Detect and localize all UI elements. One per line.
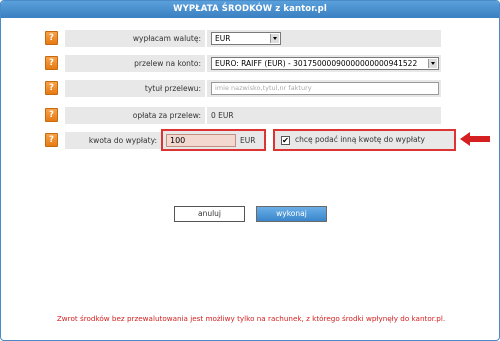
amount-input[interactable]: 100 bbox=[166, 134, 236, 147]
custom-amount-box: ✔ chcę podać inną kwotę do wypłaty bbox=[273, 129, 456, 151]
title-input[interactable]: imie nazwisko,tytul,nr faktury bbox=[211, 82, 439, 95]
currency-select[interactable]: EUR bbox=[211, 32, 281, 45]
transfer-select[interactable]: EURO: RAIFF (EUR) - 30175000090000000000… bbox=[211, 57, 439, 70]
custom-amount-label: chcę podać inną kwotę do wypłaty bbox=[295, 135, 425, 144]
amount-unit: EUR bbox=[240, 136, 256, 145]
title-value-area: imie nazwisko,tytul,nr faktury bbox=[207, 80, 441, 97]
currency-row: ? wypłacam walutę: EUR bbox=[45, 30, 441, 47]
withdrawal-window: WYPŁATA ŚRODKÓW z kantor.pl ? wypłacam w… bbox=[0, 0, 500, 341]
amount-box: 100 EUR bbox=[161, 129, 266, 151]
fee-value: 0 EUR bbox=[211, 111, 234, 120]
help-icon[interactable]: ? bbox=[45, 81, 58, 95]
fee-row: ? opłata za przelew: 0 EUR bbox=[45, 107, 441, 124]
fee-value-area: 0 EUR bbox=[207, 107, 441, 124]
amount-label: kwota do wypłaty: bbox=[65, 132, 161, 149]
currency-select-value: EUR bbox=[215, 34, 231, 43]
help-icon[interactable]: ? bbox=[45, 31, 58, 45]
custom-amount-checkbox[interactable]: ✔ bbox=[281, 136, 290, 145]
title-label: tytuł przelewu: bbox=[65, 80, 205, 97]
transfer-value-area: EURO: RAIFF (EUR) - 30175000090000000000… bbox=[207, 55, 441, 72]
window-title: WYPŁATA ŚRODKÓW z kantor.pl bbox=[1, 1, 499, 18]
cancel-button[interactable]: anuluj bbox=[174, 206, 245, 222]
currency-value-area: EUR bbox=[207, 30, 441, 47]
title-row: ? tytuł przelewu: imie nazwisko,tytul,nr… bbox=[45, 80, 441, 97]
submit-button[interactable]: wykonaj bbox=[256, 206, 327, 222]
arrow-left-icon bbox=[460, 132, 490, 146]
chevron-down-icon bbox=[270, 34, 279, 43]
currency-label: wypłacam walutę: bbox=[65, 30, 205, 47]
amount-row: ? kwota do wypłaty: bbox=[45, 132, 161, 149]
transfer-row: ? przelew na konto: EURO: RAIFF (EUR) - … bbox=[45, 55, 441, 72]
help-icon[interactable]: ? bbox=[45, 56, 58, 70]
help-icon[interactable]: ? bbox=[45, 133, 58, 147]
transfer-label: przelew na konto: bbox=[65, 55, 205, 72]
fee-label: opłata za przelew: bbox=[65, 107, 205, 124]
help-icon[interactable]: ? bbox=[45, 108, 58, 122]
footer-note: Zwrot środków bez przewalutowania jest m… bbox=[56, 314, 446, 323]
transfer-select-value: EURO: RAIFF (EUR) - 30175000090000000000… bbox=[215, 59, 418, 68]
chevron-down-icon bbox=[428, 59, 437, 68]
